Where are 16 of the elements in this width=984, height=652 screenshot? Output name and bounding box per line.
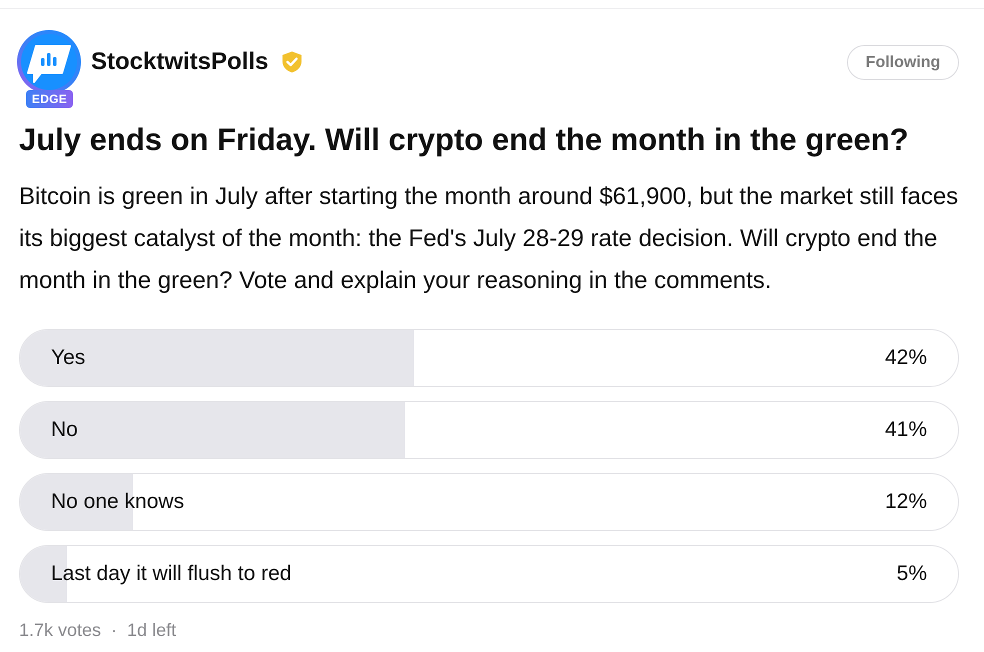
option-percent: 5% [896,562,927,586]
edge-badge: EDGE [26,90,73,108]
option-percent: 42% [884,346,927,370]
separator: · [111,619,118,641]
vote-count: 1.7k votes [19,619,102,641]
following-button[interactable]: Following [847,45,959,80]
option-label: Yes [51,346,86,370]
post-body: Bitcoin is green in July after starting the month around $61,900, but the market still faces its biggest catalyst of the month: the Fed's July 28-29 rate decision. Will crypto end the month in the green? Vote and explain your reasoning in the comments. [19,182,959,296]
post-title: July ends on Friday. Will crypto end the month in the green? [19,121,910,159]
option-label: No [51,418,78,442]
option-percent: 41% [884,418,927,442]
option-label: No one knows [51,490,184,514]
time-left: 1d left [127,619,176,641]
option-label: Last day it will flush to red [51,562,292,586]
username[interactable]: StocktwitsPolls [91,48,268,76]
option-percent: 12% [884,490,927,514]
